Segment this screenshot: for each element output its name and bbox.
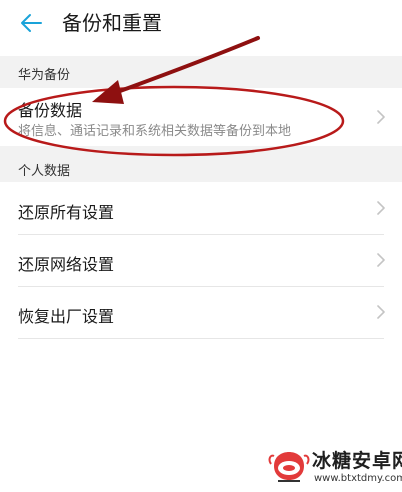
- watermark-url: www.btxtdmy.com: [314, 473, 402, 484]
- chevron-right-icon: [377, 110, 385, 124]
- chevron-right-icon: [377, 201, 385, 215]
- app-bar: 备份和重置: [0, 0, 402, 48]
- factory-reset-item[interactable]: 恢复出厂设置: [0, 287, 402, 338]
- chevron-right-icon: [377, 305, 385, 319]
- section-label: 华为备份: [18, 68, 71, 83]
- reset-all-settings-item[interactable]: 还原所有设置: [0, 182, 402, 234]
- section-label: 个人数据: [18, 164, 71, 179]
- page-title: 备份和重置: [62, 11, 162, 35]
- watermark-logo-icon: [268, 452, 310, 482]
- watermark-name: 冰糖安卓网: [312, 450, 402, 472]
- back-button[interactable]: [14, 8, 48, 38]
- backup-data-item[interactable]: 备份数据 将信息、通话记录和系统相关数据等备份到本地: [0, 88, 402, 146]
- chevron-right-icon: [377, 253, 385, 267]
- reset-network-settings-item[interactable]: 还原网络设置: [0, 235, 402, 286]
- row-title: 还原所有设置: [18, 203, 115, 222]
- watermark: 冰糖安卓网 www.btxtdmy.com: [268, 444, 402, 490]
- row-title: 还原网络设置: [18, 255, 115, 274]
- row-title: 备份数据: [18, 101, 83, 120]
- row-subtitle: 将信息、通话记录和系统相关数据等备份到本地: [18, 124, 292, 139]
- divider: [18, 338, 384, 339]
- row-title: 恢复出厂设置: [18, 307, 115, 326]
- section-header-personal-data: 个人数据: [0, 146, 402, 182]
- arrow-left-icon: [21, 14, 42, 32]
- section-header-huawei-backup: 华为备份: [0, 56, 402, 88]
